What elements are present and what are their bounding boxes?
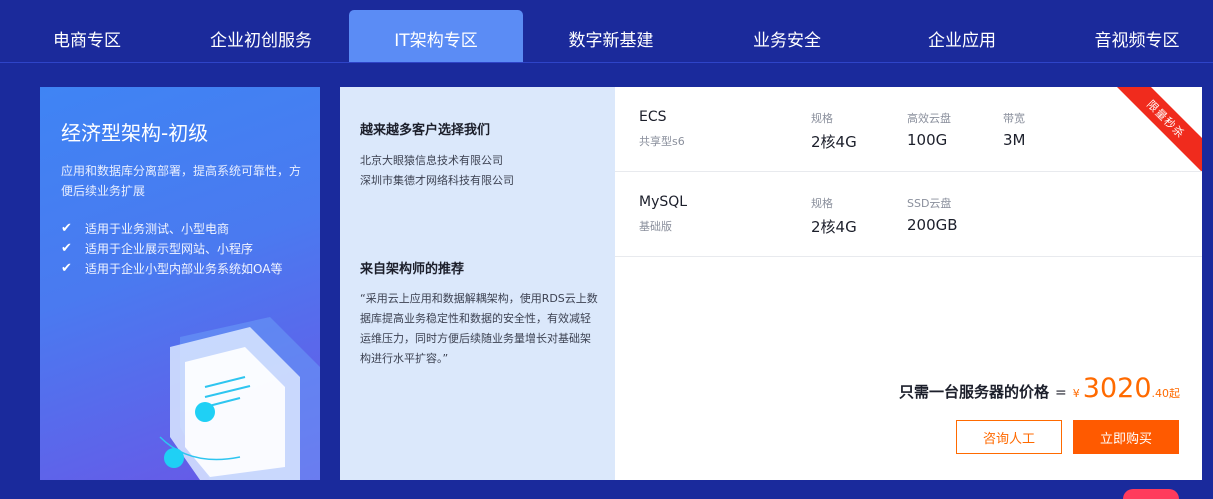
floating-widget-edge[interactable] xyxy=(1123,489,1179,499)
tab-startup-services[interactable]: 企业初创服务 xyxy=(174,10,348,62)
feature-item: ✔ 适用于业务测试、小型电商 xyxy=(61,220,229,237)
feature-item: ✔ 适用于企业小型内部业务系统如OA等 xyxy=(61,260,282,277)
check-icon: ✔ xyxy=(61,261,72,276)
recommend-quote: “采用云上应用和数据解耦架构，使用RDS云上数据库提高业务稳定性和数据的安全性，… xyxy=(360,292,598,365)
buy-now-button[interactable]: 立即购买 xyxy=(1073,420,1179,454)
spec-value: 2核4G xyxy=(811,133,857,151)
customer-name: 深圳市集德才网络科技有限公司 xyxy=(360,174,514,187)
tab-business-security[interactable]: 业务安全 xyxy=(700,10,874,62)
architecture-description: 应用和数据库分离部署，提高系统可靠性，方便后续业务扩展 xyxy=(61,164,302,198)
feature-item: ✔ 适用于企业展示型网站、小程序 xyxy=(61,240,253,257)
spec-value: 100G xyxy=(907,131,948,149)
currency-symbol: ¥ xyxy=(1072,387,1080,400)
customer-name: 北京大眼猿信息技术有限公司 xyxy=(360,154,503,167)
spec-label: 高效云盘 xyxy=(907,112,951,125)
product-row-mysql: MySQL 基础版 规格 2核4G SSD云盘 200GB xyxy=(615,172,1202,257)
price-integer: 3020 xyxy=(1082,373,1152,404)
equals-sign: = xyxy=(1055,385,1067,401)
tab-ecommerce[interactable]: 电商专区 xyxy=(0,10,174,62)
recommend-heading: 来自架构师的推荐 xyxy=(360,262,465,277)
feature-text: 适用于业务测试、小型电商 xyxy=(85,222,230,236)
price-summary: 只需一台服务器的价格 = ¥ 3020 .40 起 xyxy=(899,373,1180,404)
product-spec-card: 限量秒杀 ECS 共享型s6 规格 2核4G 高效云盘 100G 带宽 3M M… xyxy=(615,87,1202,480)
product-row-ecs: ECS 共享型s6 规格 2核4G 高效云盘 100G 带宽 3M xyxy=(615,87,1202,172)
tab-digital-infrastructure[interactable]: 数字新基建 xyxy=(524,10,698,62)
tab-audio-video[interactable]: 音视频专区 xyxy=(1050,10,1213,62)
server-illustration xyxy=(159,317,320,480)
price-decimal: .40 xyxy=(1151,387,1170,400)
customer-recommendation-panel: 越来越多客户选择我们 北京大眼猿信息技术有限公司 深圳市集德才网络科技有限公司 … xyxy=(340,87,615,480)
customers-heading: 越来越多客户选择我们 xyxy=(360,123,491,138)
spec-label: SSD云盘 xyxy=(907,197,952,210)
spec-value: 200GB xyxy=(907,216,958,234)
tab-it-architecture[interactable]: IT架构专区 xyxy=(349,10,523,62)
price-suffix: 起 xyxy=(1169,387,1180,400)
price-label: 只需一台服务器的价格 xyxy=(899,383,1050,401)
spec-value: 3M xyxy=(1003,131,1026,149)
spec-value: 2核4G xyxy=(811,218,857,236)
feature-text: 适用于企业小型内部业务系统如OA等 xyxy=(85,262,283,276)
architecture-title: 经济型架构-初级 xyxy=(61,121,209,145)
product-name: ECS xyxy=(639,109,667,125)
tab-enterprise-apps[interactable]: 企业应用 xyxy=(875,10,1049,62)
spec-label: 规格 xyxy=(811,112,833,125)
check-icon: ✔ xyxy=(61,241,72,256)
check-icon: ✔ xyxy=(61,221,72,236)
architecture-intro-card: 经济型架构-初级 应用和数据库分离部署，提高系统可靠性，方便后续业务扩展 ✔ 适… xyxy=(40,87,320,480)
spec-label: 规格 xyxy=(811,197,833,210)
spec-label: 带宽 xyxy=(1003,112,1025,125)
product-name: MySQL xyxy=(639,194,688,210)
product-subtype: 共享型s6 xyxy=(639,135,685,148)
category-tab-bar: 电商专区 企业初创服务 IT架构专区 数字新基建 业务安全 企业应用 音视频专区 xyxy=(0,0,1213,63)
product-subtype: 基础版 xyxy=(639,220,672,233)
feature-text: 适用于企业展示型网站、小程序 xyxy=(85,242,254,256)
consult-button[interactable]: 咨询人工 xyxy=(956,420,1062,454)
